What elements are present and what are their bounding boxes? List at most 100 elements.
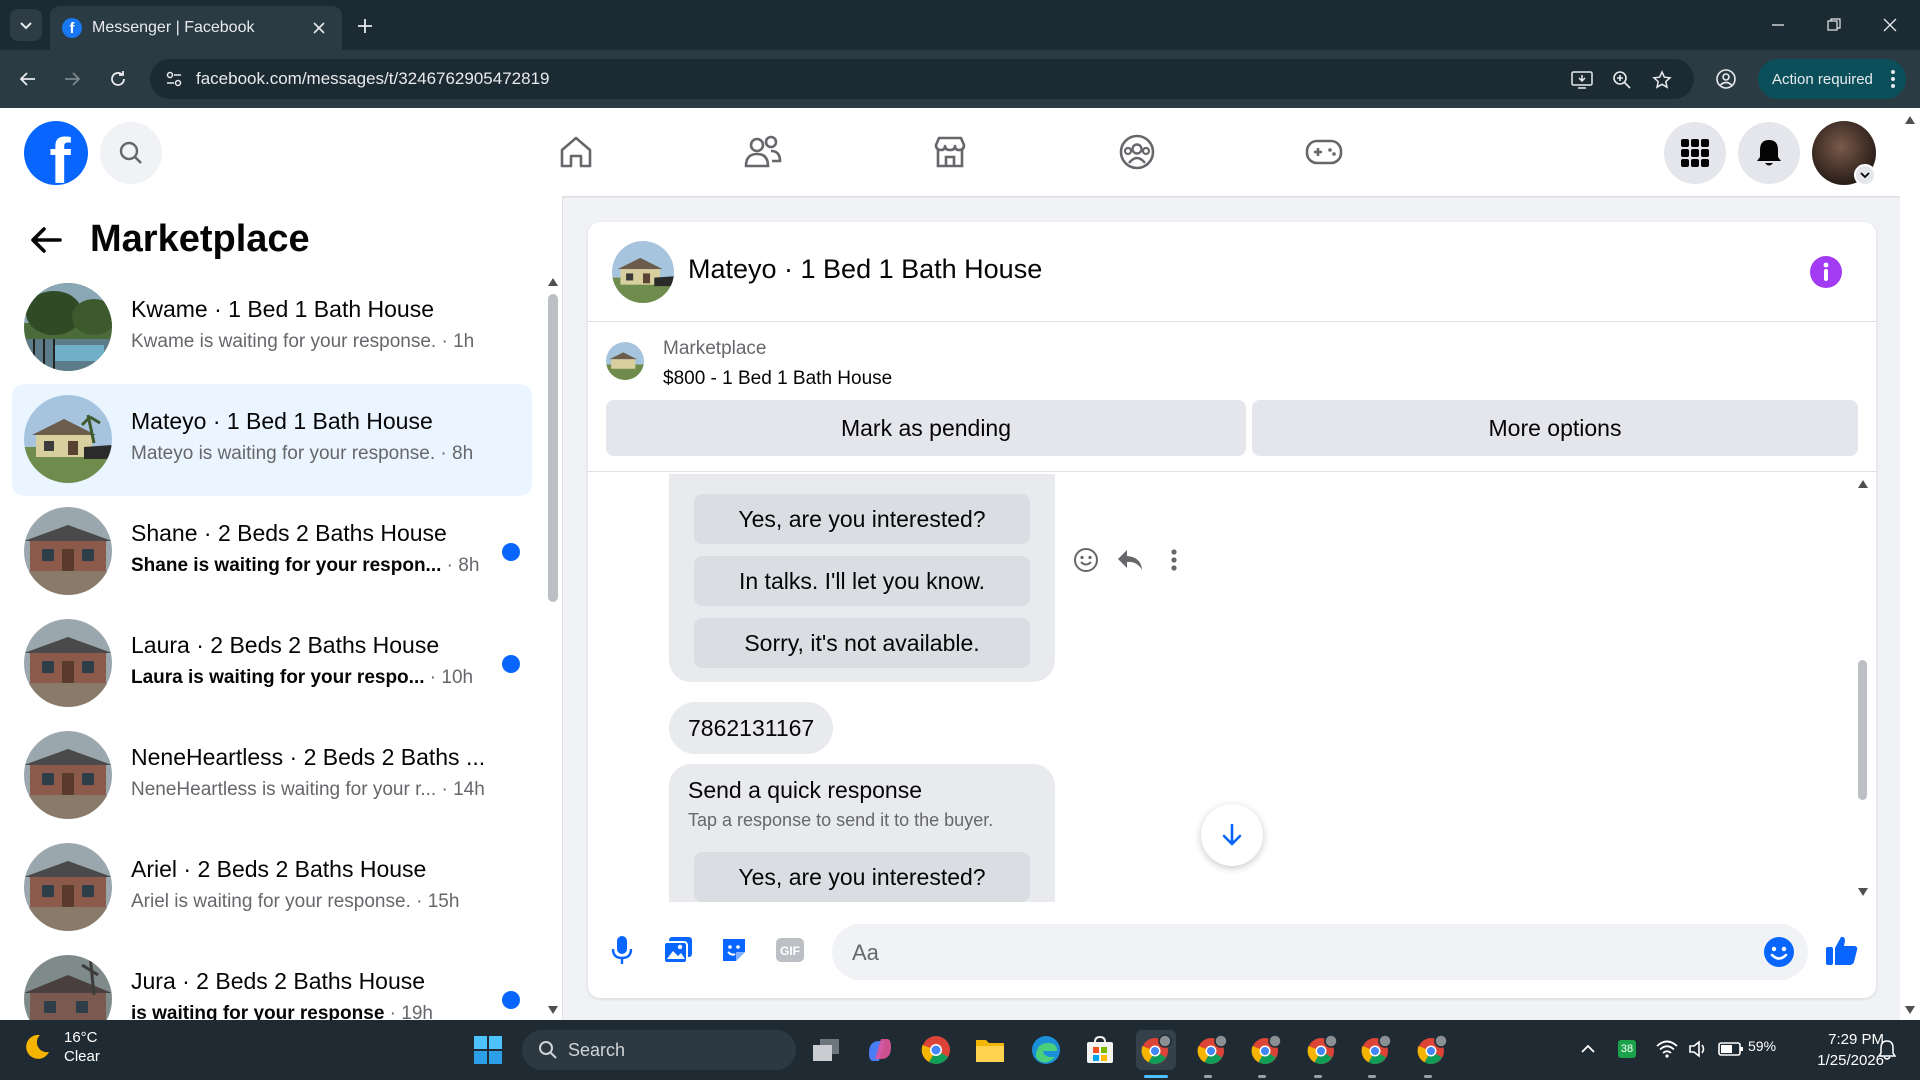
chrome-profile-app[interactable]	[1356, 1030, 1396, 1070]
copilot-app[interactable]	[860, 1030, 900, 1070]
conversation-item[interactable]: Laura · 2 Beds 2 Baths House Laura is wa…	[12, 608, 532, 720]
volume-icon[interactable]	[1688, 1040, 1708, 1058]
voice-clip-button[interactable]	[604, 932, 640, 968]
facebook-search-button[interactable]	[100, 122, 162, 184]
conversation-name: Ariel · 2 Beds 2 Baths House	[131, 856, 427, 882]
battery-icon[interactable]	[1718, 1040, 1744, 1058]
conversation-item[interactable]: Kwame · 1 Bed 1 Bath House Kwame is wait…	[12, 272, 532, 384]
more-actions-button[interactable]	[1158, 544, 1190, 576]
chrome-profile-app[interactable]	[1302, 1030, 1342, 1070]
conversation-item[interactable]: Ariel · 2 Beds 2 Baths House Ariel is wa…	[12, 832, 532, 944]
new-tab-button[interactable]	[352, 13, 378, 39]
taskbar-search[interactable]: Search	[522, 1030, 796, 1070]
tab-close-button[interactable]	[308, 17, 330, 39]
copilot-icon	[869, 1039, 891, 1061]
running-app-indicator	[1258, 1075, 1266, 1078]
conversation-item[interactable]: Jura · 2 Beds 2 Baths House is waiting f…	[12, 944, 532, 1020]
wifi-icon[interactable]	[1656, 1040, 1678, 1058]
profile-menu-button[interactable]	[1710, 63, 1742, 95]
file-explorer-app[interactable]	[970, 1030, 1010, 1070]
more-options-button[interactable]: More options	[1252, 400, 1858, 456]
friends-icon	[744, 135, 782, 168]
listing-title[interactable]: $800 - 1 Bed 1 Bath House	[663, 368, 892, 390]
react-button[interactable]	[1070, 544, 1102, 576]
notifications-button[interactable]	[1738, 122, 1800, 184]
nav-gaming[interactable]	[1284, 124, 1364, 180]
reload-button[interactable]	[102, 63, 134, 95]
mark-as-pending-button[interactable]: Mark as pending	[606, 400, 1246, 456]
quick-reply-button[interactable]: Yes, are you interested?	[694, 852, 1030, 902]
chat-title[interactable]: Mateyo · 1 Bed 1 Bath House	[688, 254, 1042, 285]
scroll-down-arrow-icon[interactable]	[1905, 1006, 1915, 1014]
start-button[interactable]	[468, 1030, 508, 1070]
page-scrollbar[interactable]	[1900, 108, 1920, 1020]
menu-button[interactable]	[1664, 122, 1726, 184]
action-required-button[interactable]: Action required	[1758, 59, 1906, 99]
forward-button[interactable]	[56, 63, 88, 95]
chat-scrollbar-thumb[interactable]	[1858, 660, 1867, 800]
chat-scroll-down-icon[interactable]	[1858, 888, 1868, 896]
back-button[interactable]	[12, 63, 44, 95]
reply-button[interactable]	[1114, 544, 1146, 576]
weather-temp: 16°C	[64, 1029, 98, 1046]
listing-thumbnail[interactable]	[606, 342, 644, 380]
store-app[interactable]	[1080, 1030, 1120, 1070]
info-icon[interactable]	[1810, 256, 1842, 288]
quick-reply-button[interactable]: Sorry, it's not available.	[694, 618, 1030, 668]
nav-marketplace[interactable]	[910, 124, 990, 180]
gif-button[interactable]: GIF	[772, 932, 808, 968]
chrome-profile-app[interactable]	[1246, 1030, 1286, 1070]
chrome-profile-app-active[interactable]	[1136, 1030, 1176, 1070]
browser-tab[interactable]: f Messenger | Facebook	[50, 6, 342, 50]
minimize-button[interactable]	[1750, 10, 1806, 40]
quick-reply-button[interactable]: In talks. I'll let you know.	[694, 556, 1030, 606]
conversation-item[interactable]: Shane · 2 Beds 2 Baths House Shane is wa…	[12, 496, 532, 608]
like-button[interactable]	[1824, 932, 1860, 968]
message-bubble[interactable]: 7862131167	[669, 702, 834, 754]
sidebar-scrollbar-thumb[interactable]	[548, 294, 558, 602]
close-window-button[interactable]	[1862, 10, 1918, 40]
chrome-profile-app[interactable]	[1412, 1030, 1452, 1070]
scroll-up-arrow-icon[interactable]	[1905, 116, 1915, 124]
tab-search-button[interactable]	[10, 9, 42, 41]
chevron-up-icon[interactable]	[1580, 1044, 1596, 1054]
running-app-indicator	[1424, 1075, 1432, 1078]
restore-button[interactable]	[1806, 10, 1862, 40]
edge-app[interactable]	[1026, 1030, 1066, 1070]
facebook-logo[interactable]: f	[24, 121, 88, 185]
zoom-icon[interactable]	[1610, 68, 1634, 92]
nav-home[interactable]	[536, 124, 616, 180]
tray-app-badge[interactable]: 38	[1618, 1040, 1636, 1058]
scroll-to-bottom-button[interactable]	[1201, 804, 1263, 866]
conversation-snippet: Mateyo is waiting for your response. · 8…	[131, 443, 474, 464]
taskbar-clock[interactable]: 7:29 PM 1/25/2026	[1794, 1029, 1884, 1071]
quick-reply-button[interactable]: Yes, are you interested?	[694, 494, 1030, 544]
site-info-icon[interactable]	[164, 69, 184, 89]
nav-groups[interactable]	[1097, 124, 1177, 180]
chat-avatar[interactable]	[612, 241, 674, 303]
sidebar-scroll-up-icon[interactable]	[548, 278, 558, 286]
emoji-icon[interactable]	[1763, 936, 1795, 968]
message-input[interactable]: Aa	[832, 924, 1808, 980]
bookmark-star-icon[interactable]	[1650, 68, 1674, 92]
task-view-app[interactable]	[806, 1030, 846, 1070]
sticker-button[interactable]	[716, 932, 752, 968]
attach-media-button[interactable]	[660, 932, 696, 968]
folder-icon	[976, 1040, 1004, 1062]
battery-percent: 59%	[1748, 1038, 1777, 1054]
conversation-item[interactable]: NeneHeartless · 2 Beds 2 Baths ... NeneH…	[12, 720, 532, 832]
conversation-item-active[interactable]: Mateyo · 1 Bed 1 Bath House Mateyo is wa…	[12, 384, 532, 496]
install-app-icon[interactable]	[1570, 68, 1594, 92]
notification-bell-icon[interactable]	[1878, 1040, 1896, 1060]
nav-friends[interactable]	[723, 124, 803, 180]
address-bar[interactable]: facebook.com/messages/t/3246762905472819	[150, 59, 1694, 99]
chat-scroll-up-icon[interactable]	[1858, 480, 1868, 488]
app-window: f Messenger | Facebook facebook.com/mess…	[0, 0, 1920, 1080]
account-chevron[interactable]	[1854, 164, 1876, 186]
chrome-profile-app[interactable]	[1192, 1030, 1232, 1070]
close-icon	[313, 22, 325, 34]
weather-widget[interactable]: 16°C Clear	[22, 1028, 100, 1066]
back-arrow-icon[interactable]	[30, 226, 62, 254]
sidebar-scroll-down-icon[interactable]	[548, 1006, 558, 1014]
chrome-app[interactable]	[916, 1030, 956, 1070]
